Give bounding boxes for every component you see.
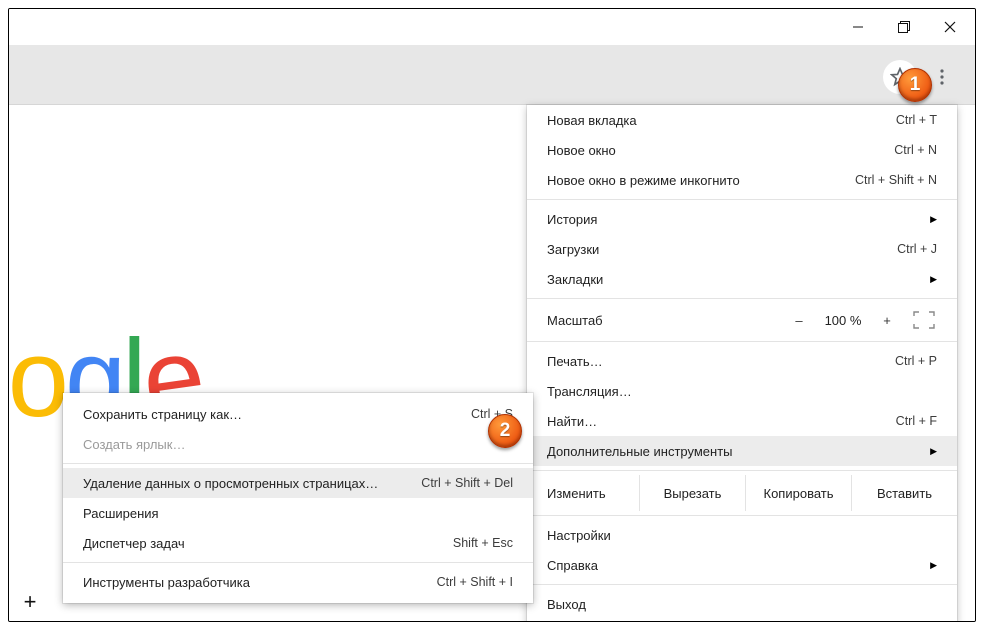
zoom-out-button[interactable]: – [783,313,815,328]
menu-bookmarks[interactable]: Закладки▶ [527,264,957,294]
menu-settings[interactable]: Настройки [527,520,957,550]
add-button[interactable]: + [17,589,43,615]
zoom-in-button[interactable]: + [871,313,903,328]
edit-copy-button[interactable]: Копировать [745,475,851,511]
close-button[interactable] [927,9,973,45]
menu-find[interactable]: Найти…Ctrl + F [527,406,957,436]
menu-zoom-row: Масштаб – 100 % + [527,303,957,337]
submenu-clear-browsing-data[interactable]: Удаление данных о просмотренных страница… [63,468,533,498]
menu-more-tools[interactable]: Дополнительные инструменты▶ [527,436,957,466]
menu-separator [527,341,957,342]
submenu-create-shortcut: Создать ярлык… [63,429,533,459]
more-tools-submenu: Сохранить страницу как…Ctrl + S Создать … [63,393,533,603]
menu-separator [527,199,957,200]
menu-new-tab[interactable]: Новая вкладкаCtrl + T [527,105,957,135]
menu-print[interactable]: Печать…Ctrl + P [527,346,957,376]
menu-separator [527,298,957,299]
zoom-value: 100 % [815,313,871,328]
menu-cast[interactable]: Трансляция… [527,376,957,406]
submenu-task-manager[interactable]: Диспетчер задачShift + Esc [63,528,533,558]
window-frame: Google Новая вкладкаCtrl + T Новое окноC… [8,8,976,622]
menu-separator [527,470,957,471]
annotation-badge-1: 1 [898,68,932,102]
menu-help[interactable]: Справка▶ [527,550,957,580]
menu-downloads[interactable]: ЗагрузкиCtrl + J [527,234,957,264]
menu-separator [527,584,957,585]
menu-incognito[interactable]: Новое окно в режиме инкогнитоCtrl + Shif… [527,165,957,195]
submenu-save-as[interactable]: Сохранить страницу как…Ctrl + S [63,399,533,429]
edit-label: Изменить [527,475,639,511]
maximize-button[interactable] [881,9,927,45]
chevron-right-icon: ▶ [930,446,937,457]
chrome-menu: Новая вкладкаCtrl + T Новое окноCtrl + N… [527,105,957,622]
menu-separator [527,515,957,516]
menu-exit[interactable]: Выход [527,589,957,619]
menu-new-window[interactable]: Новое окноCtrl + N [527,135,957,165]
fullscreen-icon[interactable] [911,309,937,331]
minimize-button[interactable] [835,9,881,45]
edit-cut-button[interactable]: Вырезать [639,475,745,511]
chevron-right-icon: ▶ [930,274,937,285]
menu-separator [63,562,533,563]
browser-toolbar [9,45,975,105]
chevron-right-icon: ▶ [930,214,937,225]
annotation-badge-2: 2 [488,414,522,448]
menu-history[interactable]: История▶ [527,204,957,234]
submenu-extensions[interactable]: Расширения [63,498,533,528]
edit-paste-button[interactable]: Вставить [851,475,957,511]
submenu-dev-tools[interactable]: Инструменты разработчикаCtrl + Shift + I [63,567,533,597]
chevron-right-icon: ▶ [930,560,937,571]
window-titlebar [9,9,975,45]
menu-separator [63,463,533,464]
zoom-label: Масштаб [547,313,783,328]
menu-edit-row: Изменить Вырезать Копировать Вставить [527,475,957,511]
